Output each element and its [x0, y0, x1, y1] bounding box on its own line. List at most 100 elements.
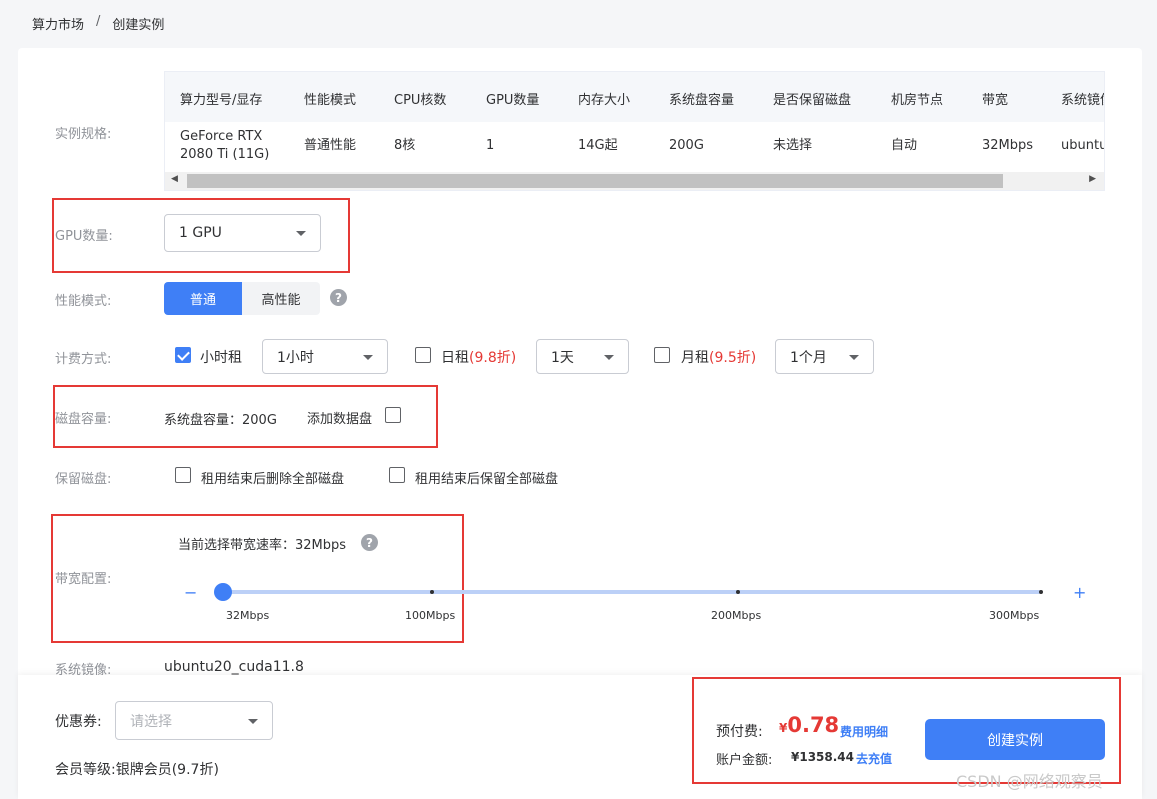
caret-down-icon	[296, 231, 306, 236]
watermark: CSDN @网络观察员	[956, 772, 1103, 791]
hourly-duration-value: 1小时	[277, 349, 314, 366]
daily-discount: (9.8折)	[469, 350, 517, 366]
caret-down-icon	[363, 354, 373, 360]
slider-tick-label: 200Mbps	[711, 609, 762, 622]
system-disk-size: 系统盘容量：200G	[164, 413, 277, 428]
scroll-left-icon[interactable]: ◀	[171, 174, 178, 184]
bandwidth-current: 当前选择带宽速率：32Mbps	[178, 538, 347, 553]
billing-label: 计费方式:	[55, 352, 112, 367]
slider-stop-200	[736, 590, 740, 594]
perf-mode-high[interactable]: 高性能	[242, 282, 320, 315]
cell-memory: 14G起	[578, 138, 618, 153]
delete-disks-checkbox[interactable]	[175, 467, 191, 483]
monthly-option[interactable]: 月租(9.5折)	[681, 347, 756, 367]
bandwidth-label: 带宽配置:	[55, 572, 112, 587]
bandwidth-plus-button[interactable]: +	[1073, 583, 1086, 602]
col-model: 算力型号/显存	[180, 93, 263, 108]
coupon-select[interactable]: 请选择	[115, 701, 273, 740]
cell-cpu: 8核	[394, 138, 416, 153]
col-disk: 系统盘容量	[669, 93, 735, 108]
monthly-checkbox[interactable]	[654, 347, 670, 363]
col-node: 机房节点	[891, 93, 944, 108]
col-keep-disk: 是否保留磁盘	[773, 93, 852, 108]
member-level: 会员等级:银牌会员(9.7折)	[55, 759, 219, 779]
col-gpu: GPU数量	[486, 93, 540, 108]
daily-option[interactable]: 日租(9.8折)	[441, 347, 516, 367]
delete-disks-label[interactable]: 租用结束后删除全部磁盘	[201, 468, 344, 487]
col-image: 系统镜像	[1061, 93, 1104, 108]
spec-label: 实例规格:	[55, 127, 112, 142]
slider-stop-300	[1039, 590, 1043, 594]
coupon-label: 优惠券:	[55, 714, 102, 730]
cell-keep-disk: 未选择	[773, 138, 813, 153]
cell-image: ubuntu	[1061, 138, 1105, 153]
question-circle-icon[interactable]: ?	[361, 534, 378, 551]
slider-tick-label: 32Mbps	[226, 609, 270, 622]
add-data-disk-label[interactable]: 添加数据盘	[307, 408, 372, 427]
caret-down-icon	[604, 354, 614, 360]
hourly-label[interactable]: 小时租	[200, 347, 242, 367]
col-cpu: CPU核数	[394, 93, 447, 108]
cell-disk: 200G	[669, 138, 704, 153]
breadcrumb: 算力市场 / 创建实例	[32, 14, 164, 33]
caret-down-icon	[248, 718, 258, 724]
slider-stop-100	[430, 590, 434, 594]
recharge-link[interactable]: 去充值	[856, 750, 892, 767]
question-circle-icon[interactable]: ?	[330, 289, 347, 306]
keep-disks-label[interactable]: 租用结束后保留全部磁盘	[415, 468, 558, 487]
bandwidth-minus-button[interactable]: −	[184, 583, 197, 602]
cell-model: GeForce RTX 2080 Ti (11G)	[180, 128, 269, 164]
balance-amount: ¥1358.44	[791, 750, 855, 764]
prepay-label: 预付费:	[716, 724, 763, 740]
cell-bandwidth: 32Mbps	[982, 138, 1034, 153]
add-data-disk-checkbox[interactable]	[385, 407, 401, 423]
keep-disks-checkbox[interactable]	[389, 467, 405, 483]
prepay-amount: ¥0.78	[779, 713, 839, 737]
daily-label: 日租	[441, 350, 469, 366]
member-value: 银牌会员(9.7折)	[115, 762, 219, 778]
spec-table: 算力型号/显存 性能模式 CPU核数 GPU数量 内存大小 系统盘容量 是否保留…	[164, 71, 1105, 191]
slider-tick-label: 100Mbps	[405, 609, 456, 622]
image-value: ubuntu20_cuda11.8	[164, 659, 304, 675]
cell-model-line1: GeForce RTX	[180, 129, 263, 144]
breadcrumb-parent[interactable]: 算力市场	[32, 14, 84, 33]
bandwidth-slider-handle[interactable]	[214, 583, 232, 601]
caret-down-icon	[849, 354, 859, 360]
monthly-duration-select[interactable]: 1个月	[775, 339, 874, 374]
scroll-right-icon[interactable]: ▶	[1089, 174, 1096, 184]
cell-gpu: 1	[486, 138, 495, 153]
hourly-duration-select[interactable]: 1小时	[262, 339, 388, 374]
daily-checkbox[interactable]	[415, 347, 431, 363]
disk-label: 磁盘容量:	[55, 412, 112, 427]
spec-table-header: 算力型号/显存 性能模式 CPU核数 GPU数量 内存大小 系统盘容量 是否保留…	[165, 72, 1104, 122]
create-instance-button[interactable]: 创建实例	[925, 719, 1105, 760]
hourly-checkbox[interactable]	[175, 347, 191, 363]
slider-tick-label: 300Mbps	[989, 609, 1040, 622]
perf-mode-normal[interactable]: 普通	[164, 282, 242, 315]
breadcrumb-current: 创建实例	[112, 18, 165, 33]
col-memory: 内存大小	[578, 93, 631, 108]
coupon-placeholder: 请选择	[130, 713, 172, 730]
col-bandwidth: 带宽	[982, 93, 1009, 108]
daily-duration-select[interactable]: 1天	[536, 339, 629, 374]
scrollbar-thumb[interactable]	[187, 174, 1003, 188]
table-scrollbar[interactable]: ◀ ▶	[165, 172, 1104, 190]
member-label: 会员等级:	[55, 762, 116, 778]
monthly-discount: (9.5折)	[709, 350, 757, 366]
daily-duration-value: 1天	[551, 349, 574, 366]
bandwidth-slider-track[interactable]	[223, 590, 1041, 594]
perf-mode-toggle: 普通 高性能	[164, 282, 320, 315]
balance-label: 账户金额:	[716, 753, 773, 768]
prepay-value: 0.78	[787, 713, 840, 737]
keep-disk-label: 保留磁盘:	[55, 472, 112, 487]
monthly-duration-value: 1个月	[790, 349, 827, 366]
cell-model-line2: 2080 Ti (11G)	[180, 147, 270, 162]
perf-mode-label: 性能模式:	[55, 294, 112, 309]
gpu-count-value: 1 GPU	[179, 225, 222, 241]
gpu-count-select[interactable]: 1 GPU	[164, 214, 321, 252]
monthly-label: 月租	[681, 350, 709, 366]
gpu-count-label: GPU数量:	[55, 229, 113, 244]
fee-detail-link[interactable]: 费用明细	[840, 723, 888, 740]
cell-mode: 普通性能	[304, 138, 357, 153]
col-mode: 性能模式	[304, 93, 357, 108]
